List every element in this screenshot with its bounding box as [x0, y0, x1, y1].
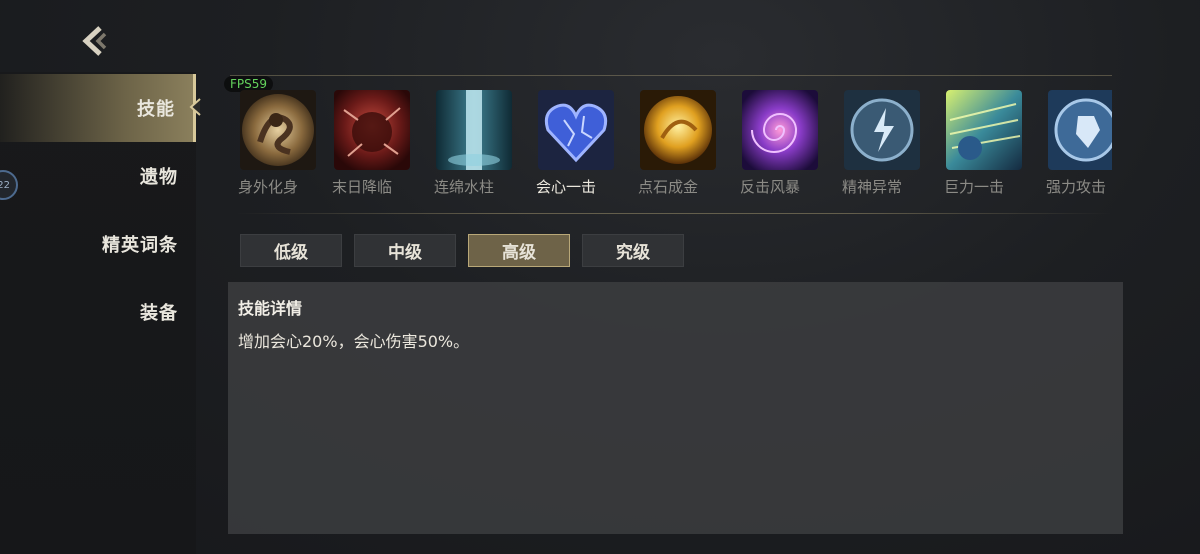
skill-critical-strike[interactable]: 会心一击 [536, 88, 616, 196]
skill-golden-touch[interactable]: 点石成金 [638, 88, 718, 196]
sidebar-item-label: 装备 [140, 303, 178, 324]
skill-water-pillar[interactable]: 连绵水柱 [434, 88, 514, 196]
skill-detail-title: 技能详情 [238, 299, 303, 318]
tier-tab-ultimate[interactable]: 究级 [582, 234, 684, 267]
sidebar-item-elite-affixes[interactable]: 精英词条 [0, 210, 196, 278]
tier-tab-low[interactable]: 低级 [240, 234, 342, 267]
back-button[interactable] [78, 24, 112, 58]
back-arrow-icon [82, 26, 107, 56]
sidebar: 技能 遗物 精英词条 装备 [0, 72, 201, 554]
skill-mighty-blow[interactable]: 巨力一击 [944, 88, 1024, 196]
golden-orb-icon [640, 90, 716, 170]
doom-icon [334, 90, 410, 170]
power-strike-icon [946, 90, 1022, 170]
lightning-rune-icon [844, 90, 920, 170]
strong-attack-icon [1048, 90, 1112, 170]
shadow-clone-icon [240, 90, 316, 170]
crystal-heart-icon [538, 90, 614, 170]
skill-icon-row: 身外化身 末日降临 连绵水柱 会心一击 点石成金 反击风暴 精神异常 巨力一击 … [238, 88, 1112, 198]
sidebar-item-label: 遗物 [140, 167, 178, 188]
tier-tab-mid[interactable]: 中级 [354, 234, 456, 267]
sidebar-item-label: 精英词条 [102, 235, 178, 256]
sidebar-item-relics[interactable]: 遗物 [0, 142, 196, 210]
divider [236, 213, 1112, 214]
skill-detail-panel: 技能详情 增加会心20%，会心伤害50%。 [228, 282, 1123, 534]
sidebar-item-skills[interactable]: 技能 [0, 74, 201, 142]
skill-doom[interactable]: 末日降临 [332, 88, 412, 196]
water-pillar-icon [436, 90, 512, 170]
skill-counter-storm[interactable]: 反击风暴 [740, 88, 820, 196]
tier-tab-high[interactable]: 高级 [468, 234, 570, 267]
divider [230, 75, 1112, 76]
skill-shadow-clone[interactable]: 身外化身 [238, 88, 318, 196]
sidebar-item-equipment[interactable]: 装备 [0, 278, 196, 346]
sidebar-item-label: 技能 [137, 99, 175, 120]
vortex-icon [742, 90, 818, 170]
skill-detail-description: 增加会心20%，会心伤害50%。 [238, 332, 470, 351]
active-indicator-icon [189, 98, 201, 116]
skill-strong-attack[interactable]: 强力攻击 [1046, 88, 1112, 196]
skill-mental-anomaly[interactable]: 精神异常 [842, 88, 922, 196]
